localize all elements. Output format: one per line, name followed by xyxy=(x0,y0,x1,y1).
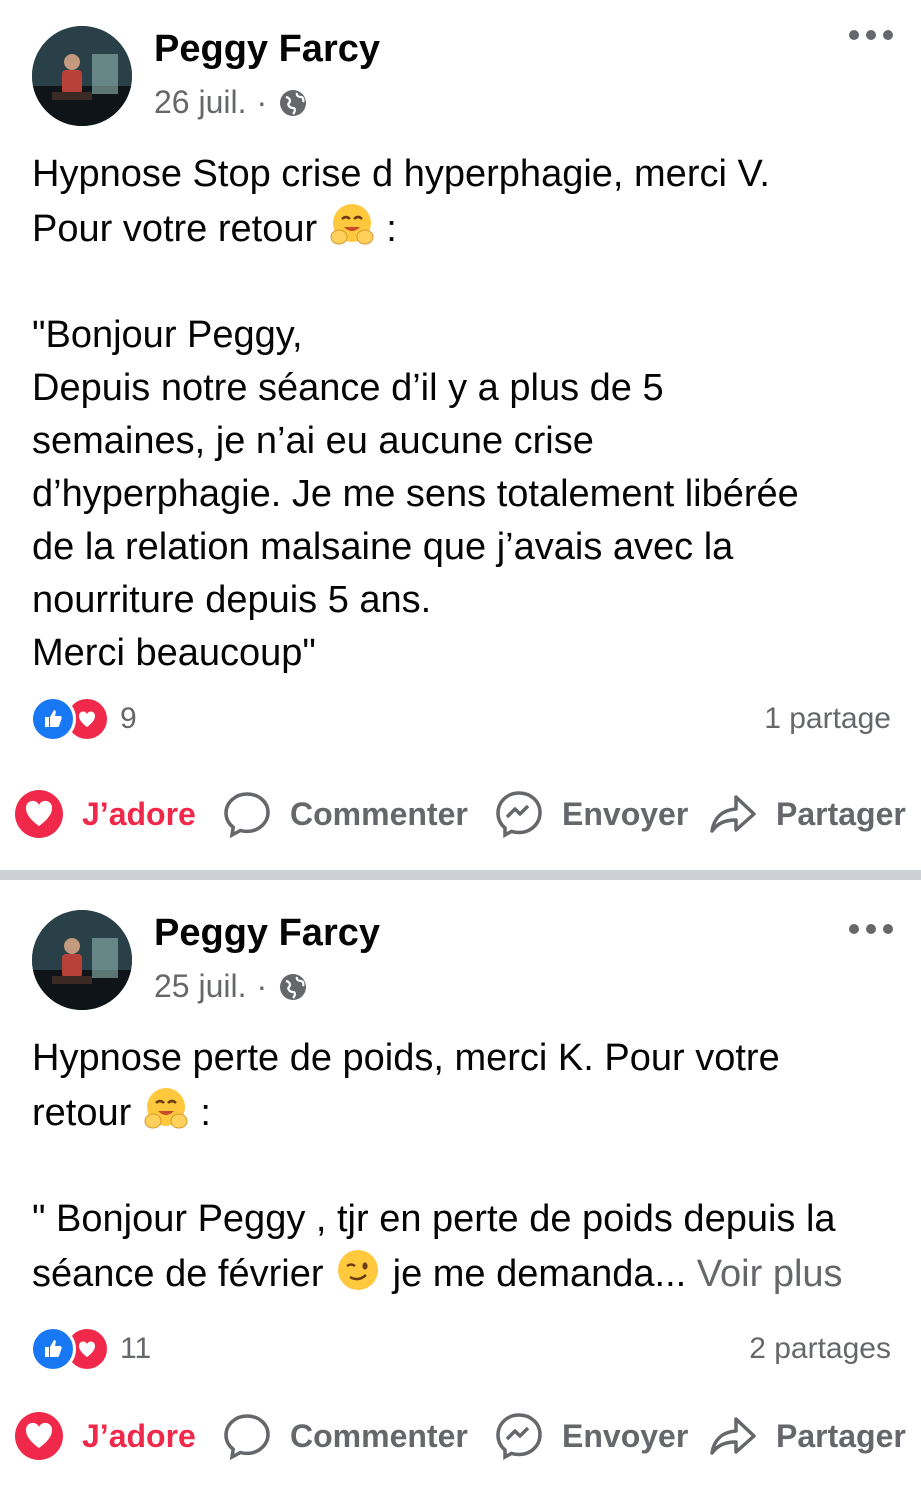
post-meta: 25 juil. · xyxy=(154,968,309,1005)
hugging-face-emoji xyxy=(142,1085,190,1133)
share-label: Partager xyxy=(776,795,906,832)
post-text-quote: "Bonjour Peggy, Depuis notre séance d’il… xyxy=(32,314,799,674)
like-icon xyxy=(30,1326,76,1372)
messenger-icon xyxy=(496,1413,542,1460)
post: Peggy Farcy 26 juil. · Hypnose Stop cris… xyxy=(0,0,921,870)
messenger-icon xyxy=(496,791,542,838)
see-more-link[interactable]: Voir plus xyxy=(697,1253,843,1295)
post-text-line: séance de février xyxy=(32,1253,335,1295)
comment-button[interactable]: Commenter xyxy=(222,1411,468,1461)
more-options-button[interactable] xyxy=(849,924,893,934)
love-label: J’adore xyxy=(82,795,196,832)
love-button[interactable]: J’adore xyxy=(14,1411,196,1461)
post-text-intro: Hypnose Stop crise d hyperphagie, merci … xyxy=(32,153,770,250)
post-divider xyxy=(0,870,921,880)
comment-icon xyxy=(224,792,270,839)
share-icon xyxy=(710,795,756,833)
meta-separator: · xyxy=(256,84,268,120)
send-button[interactable]: Envoyer xyxy=(494,1411,688,1461)
reaction-count: 11 xyxy=(120,1332,152,1365)
love-reaction-icon xyxy=(15,1412,63,1460)
comment-button[interactable]: Commenter xyxy=(222,789,468,839)
more-options-button[interactable] xyxy=(849,30,893,40)
post-text-colon: : xyxy=(189,1092,211,1134)
post-text-line: retour xyxy=(32,1092,142,1134)
hugging-face-emoji xyxy=(328,201,376,249)
globe-icon xyxy=(277,87,309,119)
share-count[interactable]: 1 partage xyxy=(764,702,891,736)
globe-icon xyxy=(277,971,309,1003)
post-text: Hypnose perte de poids, merci K. Pour vo… xyxy=(32,1032,902,1301)
post-text-line: je me demanda... xyxy=(382,1253,697,1295)
post-date[interactable]: 25 juil. xyxy=(154,968,247,1005)
post-date[interactable]: 26 juil. xyxy=(154,84,247,121)
author-name[interactable]: Peggy Farcy xyxy=(154,912,380,955)
share-icon xyxy=(710,1417,756,1455)
like-icon xyxy=(30,696,76,742)
love-label: J’adore xyxy=(82,1417,196,1454)
send-label: Envoyer xyxy=(562,795,689,832)
author-avatar[interactable] xyxy=(32,26,132,126)
winking-face-emoji xyxy=(334,1246,382,1294)
comment-icon xyxy=(224,1414,270,1461)
love-button[interactable]: J’adore xyxy=(14,789,196,839)
post-stats: 9 1 partage xyxy=(30,696,891,742)
reaction-count: 9 xyxy=(120,702,137,735)
author-avatar[interactable] xyxy=(32,910,132,1010)
share-button[interactable]: Partager xyxy=(708,789,906,839)
post: Peggy Farcy 25 juil. · Hypnose perte de … xyxy=(0,880,921,1494)
comment-label: Commenter xyxy=(290,795,468,832)
action-bar: J’adore Commenter Envoyer Partager xyxy=(0,1396,921,1476)
action-bar: J’adore Commenter Envoyer Partager xyxy=(0,774,921,854)
reactions-summary[interactable]: 9 xyxy=(30,696,137,742)
love-reaction-icon xyxy=(15,790,63,838)
send-label: Envoyer xyxy=(562,1417,689,1454)
share-button[interactable]: Partager xyxy=(708,1411,906,1461)
share-count[interactable]: 2 partages xyxy=(749,1332,891,1366)
post-stats: 11 2 partages xyxy=(30,1326,891,1372)
share-label: Partager xyxy=(776,1417,906,1454)
send-button[interactable]: Envoyer xyxy=(494,789,688,839)
post-text-line: Hypnose perte de poids, merci K. Pour vo… xyxy=(32,1037,780,1079)
reactions-summary[interactable]: 11 xyxy=(30,1326,151,1372)
author-name[interactable]: Peggy Farcy xyxy=(154,28,380,71)
post-text-line: " Bonjour Peggy , tjr en perte de poids … xyxy=(32,1198,836,1240)
post-text: Hypnose Stop crise d hyperphagie, merci … xyxy=(32,148,902,680)
post-text-colon: : xyxy=(375,208,397,250)
meta-separator: · xyxy=(256,968,268,1004)
comment-label: Commenter xyxy=(290,1417,468,1454)
post-meta: 26 juil. · xyxy=(154,84,309,121)
